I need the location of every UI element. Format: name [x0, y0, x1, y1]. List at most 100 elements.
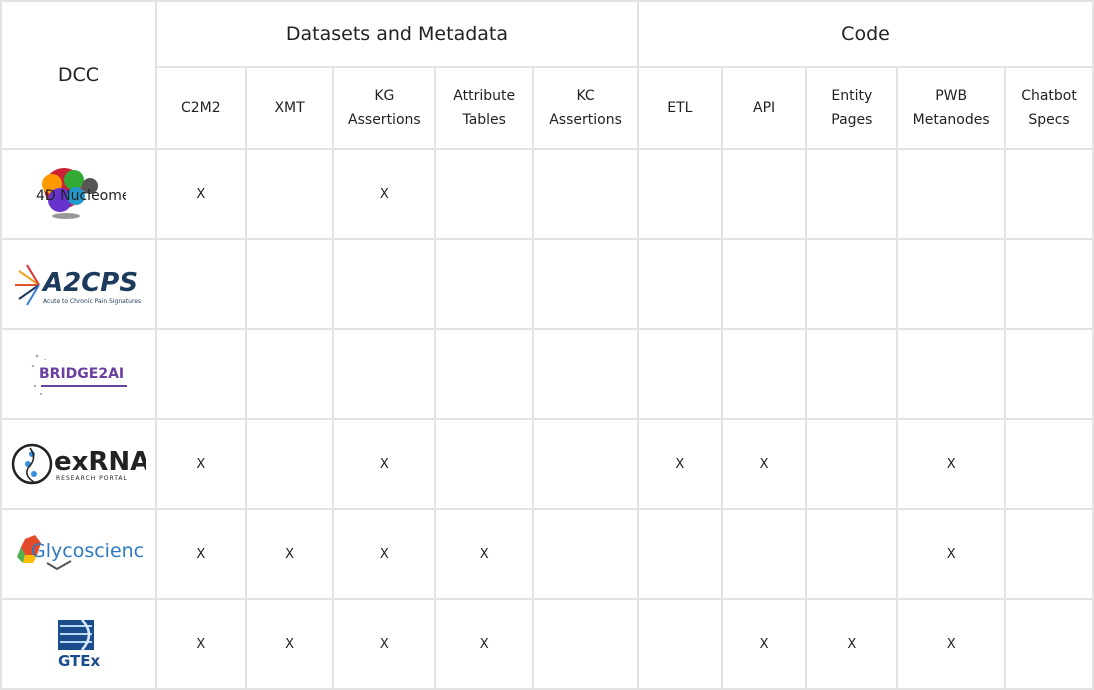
table-cell: [637, 508, 723, 600]
table-cell: X: [896, 508, 1007, 600]
dcc-logo-cell: BRIDGE2AI: [0, 328, 157, 420]
table-cell: X: [154, 508, 247, 600]
table-cell: [532, 328, 639, 420]
table-row: GlycoscienceXXXXX: [0, 508, 1094, 600]
table-cell: X: [244, 598, 335, 690]
column-header: XMT: [244, 66, 335, 150]
dcc-logo-cell: 4D Nucleome: [0, 148, 157, 240]
table-cell: X: [332, 418, 437, 510]
column-header-line: KG: [374, 88, 395, 104]
table-cell: [637, 148, 723, 240]
column-header-line: Chatbot: [1021, 88, 1077, 104]
table-cell: [434, 328, 535, 420]
table-cell: [637, 328, 723, 420]
table-cell: [1004, 328, 1094, 420]
table-cell: [1004, 598, 1094, 690]
svg-text:A2CPS: A2CPS: [41, 268, 138, 298]
table-cell: X: [332, 148, 437, 240]
svg-text:exRNA: exRNA: [54, 447, 146, 477]
column-header: KG Assertions: [332, 66, 437, 150]
column-header-line: Pages: [831, 112, 873, 128]
table-cell: [434, 238, 535, 330]
dcc-matrix-table: DCC Datasets and Metadata Code C2M2 XMT KG…: [0, 0, 1094, 690]
table-cell: [896, 238, 1007, 330]
table-cell: X: [637, 418, 723, 510]
table-cell: [532, 148, 639, 240]
table-cell: [532, 238, 639, 330]
table-cell: [154, 328, 247, 420]
column-header-line: C2M2: [180, 100, 221, 116]
svg-text:BRIDGE2AI: BRIDGE2AI: [39, 366, 124, 382]
column-header-line: API: [753, 100, 776, 116]
table-cell: [637, 598, 723, 690]
table-cell: [720, 328, 808, 420]
column-header: ETL: [637, 66, 723, 150]
column-header: PWB Metanodes: [896, 66, 1007, 150]
dcc-logo-cell: exRNA RESEARCH PORTAL: [0, 418, 157, 510]
table-cell: [805, 508, 899, 600]
table-cell: X: [896, 418, 1007, 510]
column-header-row: C2M2 XMT KG Assertions Attribute Tables KC Asse…: [1, 66, 1094, 150]
table-cell: X: [720, 598, 808, 690]
table-cell: [896, 148, 1007, 240]
table-cell: [805, 238, 899, 330]
table-cell: [1004, 148, 1094, 240]
dcc-logo-cell: A2CPS Acute to Chronic Pain Signatures: [0, 238, 157, 330]
column-header: Attribute Tables: [434, 66, 535, 150]
table-cell: [434, 148, 535, 240]
column-header-line: XMT: [274, 100, 305, 116]
table-cell: [637, 238, 723, 330]
table-cell: X: [154, 598, 247, 690]
svg-text:4D Nucleome: 4D Nucleome: [36, 188, 126, 204]
column-header: KC Assertions: [532, 66, 639, 150]
gtex-logo: GTEx: [2, 600, 155, 688]
column-header-line: Assertions: [348, 112, 421, 128]
svg-text:GTEx: GTEx: [58, 652, 101, 670]
column-header-line: KC: [576, 88, 595, 104]
table-cell: X: [332, 508, 437, 600]
column-header: C2M2: [154, 66, 247, 150]
column-header-line: Attribute: [453, 88, 516, 104]
table-cell: [244, 328, 335, 420]
4dn-logo: 4D Nucleome: [2, 150, 155, 238]
dcc-logo-cell: GTEx: [0, 598, 157, 690]
column-header-line: Assertions: [549, 112, 622, 128]
table-row: GTEx X X X X X X X: [0, 598, 1094, 690]
column-header: Chatbot Specs: [1004, 66, 1094, 150]
table-cell: X: [154, 148, 247, 240]
svg-text:Acute to Chronic Pain Signatur: Acute to Chronic Pain Signatures: [43, 298, 141, 305]
table-cell: X: [434, 508, 535, 600]
table-cell: [154, 238, 247, 330]
table-cell: [532, 418, 639, 510]
table-cell: [532, 508, 639, 600]
table-row: A2CPS Acute to Chronic Pain Signatures: [0, 238, 1094, 330]
column-header: Entity Pages: [805, 66, 899, 150]
table-cell: [1004, 418, 1094, 510]
table-row: exRNA RESEARCH PORTAL X X X X X: [0, 418, 1094, 510]
table-cell: [1004, 238, 1094, 330]
table-cell: [244, 238, 335, 330]
table-cell: [1004, 508, 1094, 600]
code-group-header: Code: [637, 0, 1094, 68]
table-cell: X: [332, 598, 437, 690]
dcc-logo-cell: Glycoscience: [0, 508, 157, 600]
table-cell: [244, 148, 335, 240]
svg-text:Glycoscience: Glycoscience: [31, 540, 143, 562]
datasets-group-header: Datasets and Metadata: [154, 0, 640, 68]
dcc-header: DCC: [0, 0, 157, 150]
table-cell: X: [896, 598, 1007, 690]
table-row: 4D Nucleome X X: [0, 148, 1094, 240]
table-cell: [332, 238, 437, 330]
table-cell: [805, 418, 899, 510]
table-cell: X: [720, 418, 808, 510]
table-cell: X: [434, 598, 535, 690]
table-cell: [434, 418, 535, 510]
table-cell: [896, 328, 1007, 420]
column-header: API: [720, 66, 808, 150]
exrna-logo: exRNA RESEARCH PORTAL: [2, 420, 155, 508]
column-header-line: PWB: [935, 88, 968, 104]
table-cell: [720, 508, 808, 600]
table-cell: [720, 238, 808, 330]
bridge2ai-logo: BRIDGE2AI: [2, 330, 155, 418]
table-row: BRIDGE2AI: [0, 328, 1094, 420]
